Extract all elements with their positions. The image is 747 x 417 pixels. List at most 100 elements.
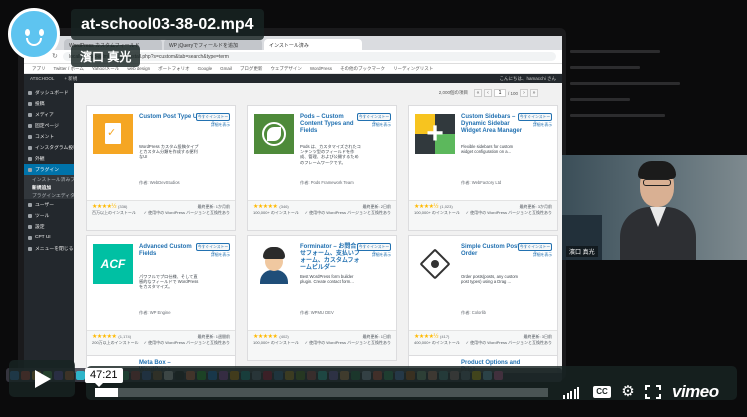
video-byline[interactable]: 濱口 真光 bbox=[80, 48, 131, 65]
total-pages: / 100 bbox=[507, 90, 518, 96]
wp-menu-label: ツール bbox=[35, 214, 50, 219]
plugin-card: ACF Advanced Custom Fields 今すぐインストール 詳細を表示パ… bbox=[86, 235, 236, 361]
plugin-card: ✓ Custom Post Type UI 今すぐインストール 詳細を表示 WordPr… bbox=[86, 105, 236, 231]
bookmark: その他のブックマーク bbox=[340, 65, 386, 71]
compatibility-note: ✓ 使用中の WordPress バージョンと互換性あり bbox=[304, 210, 391, 215]
video-title[interactable]: at-school03-38-02.mp4 bbox=[81, 16, 254, 34]
plugin-card-description: Best WordPress form builder plugin. Crea… bbox=[300, 274, 354, 285]
result-count: 2,000個の項目 bbox=[438, 90, 468, 95]
install-now-button: 今すぐインストール bbox=[518, 243, 552, 255]
dock-app-icon bbox=[76, 370, 85, 380]
bookmark: Gmail bbox=[220, 66, 232, 71]
bookmark: WordPress bbox=[309, 66, 333, 71]
leaf-icon bbox=[254, 114, 294, 154]
compatibility-note: ✓ 使用中の WordPress バージョンと互換性あり bbox=[304, 340, 391, 345]
last-page-button: » bbox=[530, 89, 538, 97]
wp-new-link: + 新規 bbox=[64, 75, 78, 81]
bookmark: ポートフォリオ bbox=[158, 65, 190, 71]
plus-icon: + bbox=[415, 114, 455, 154]
wp-sidebar-menu: ダッシュボード 投稿 メディア 固定ページ コメント インスタグラム投稿 外観 プラグイン イン… bbox=[24, 83, 94, 373]
plugin-card-description: Flexible sidebars for custom widget conf… bbox=[461, 144, 514, 155]
wp-menu-label: コメント bbox=[35, 135, 55, 140]
plugin-card-author: 作者: Colorlib bbox=[461, 310, 486, 315]
active-installs: 200万以上のインストール bbox=[92, 340, 139, 345]
plugin-card: + Custom Sidebars – Dynamic Sidebar Widge… bbox=[408, 105, 558, 231]
wp-menu-icon bbox=[28, 167, 32, 172]
wp-menu-item: インスタグラム投稿 bbox=[24, 142, 78, 153]
wp-menu-label: ダッシュボード bbox=[35, 91, 69, 96]
wp-menu-label: 設定 bbox=[35, 225, 45, 230]
plugin-card-description: Pods は、カスタマイズされたコンテンツ型のフィールドを作成、管理、および公開… bbox=[300, 144, 361, 165]
install-now-button: 今すぐインストール bbox=[196, 113, 230, 125]
plugin-card-title: Custom Post Type UI bbox=[139, 114, 199, 120]
install-now-button: 今すぐインストール bbox=[518, 113, 552, 125]
bookmark: アプリ bbox=[32, 65, 46, 71]
plugin-card-description: パワフルでプロ仕様、そして直感的なフィールドで WordPress をカスタマイ… bbox=[139, 274, 199, 290]
rating-count: (346) bbox=[279, 204, 289, 209]
wp-menu-item: ユーザー bbox=[24, 199, 74, 210]
bookmark: Google bbox=[197, 66, 213, 71]
video-byline-box[interactable]: 濱口 真光 bbox=[71, 45, 141, 67]
wp-menu-item: メディア bbox=[24, 109, 74, 120]
video-title-box[interactable]: at-school03-38-02.mp4 bbox=[71, 9, 264, 40]
install-now-button: 今すぐインストール bbox=[357, 243, 391, 255]
compatibility-note: ✓ 使用中の WordPress バージョンと互換性あり bbox=[143, 210, 230, 215]
play-button[interactable] bbox=[9, 360, 75, 397]
plugin-card-author: 作者: WPMU DEV bbox=[300, 310, 334, 315]
wp-menu-icon bbox=[28, 90, 32, 95]
wp-menu-item: CPT UI bbox=[24, 232, 74, 243]
wp-menu-item: 外観 bbox=[24, 153, 74, 164]
wp-menu-icon bbox=[28, 235, 32, 240]
wp-menu-icon bbox=[28, 123, 32, 128]
wp-menu-item: プラグイン bbox=[24, 164, 74, 175]
more-details-link: 詳細を表示 bbox=[372, 253, 391, 257]
plugin-card-author: 作者: WebFactory Ltd bbox=[461, 180, 502, 185]
doc-check-icon: ✓ bbox=[93, 114, 133, 154]
wp-menu-label: 新規追加 bbox=[32, 185, 52, 191]
channel-avatar[interactable] bbox=[8, 8, 60, 60]
fullscreen-icon[interactable] bbox=[645, 385, 661, 399]
current-page-field: 1 bbox=[493, 89, 506, 97]
plugin-card-author: 作者: WP Engine bbox=[139, 310, 171, 315]
avatar-eye-icon bbox=[39, 29, 44, 36]
plugin-card-description: WordPress カスタム投稿タイプとカスタム分類を作成する便利なUI bbox=[139, 144, 199, 160]
plugin-card-title: Advanced Custom Fields bbox=[139, 244, 192, 257]
rating-count: (1,023) bbox=[440, 204, 453, 209]
plugin-card-author: 作者: Pods Framework Team bbox=[300, 180, 354, 185]
active-installs: 100,000+ のインストール bbox=[253, 210, 299, 215]
progress-bar[interactable]: 47:21 bbox=[85, 368, 548, 397]
more-details-link: 詳細を表示 bbox=[211, 253, 230, 257]
wp-menu-icon bbox=[28, 224, 32, 229]
active-installs: 百万以上のインストール bbox=[92, 210, 136, 215]
rating-count: (336) bbox=[118, 204, 128, 209]
install-now-button: 今すぐインストール bbox=[196, 243, 230, 255]
plugin-card-title: Pods – Custom Content Types and Fields bbox=[300, 114, 354, 134]
plugin-card: Forminator – お問合せフォーム、支払いフォーム、カスタムフォームビル… bbox=[247, 235, 397, 361]
plugin-card-meta: ★★★★½ (336) 最終更新: 1か月前 百万以上のインストール ✓ 使用中の Wo… bbox=[87, 200, 235, 230]
wp-menu-icon bbox=[28, 246, 32, 251]
settings-gear-icon[interactable]: ⚙ bbox=[620, 384, 636, 399]
closed-captions-icon[interactable]: CC bbox=[593, 386, 611, 398]
plugin-card-meta: ★★★★★ (402) 最終更新: 1日前 100,000+ のインストール ✓ 使用中… bbox=[248, 330, 396, 360]
volume-icon[interactable] bbox=[563, 385, 579, 399]
more-details-link: 詳細を表示 bbox=[372, 123, 391, 127]
prev-page-button: ‹ bbox=[483, 89, 492, 97]
avatar-eye-icon bbox=[25, 29, 30, 36]
wp-menu-label: プラグイン bbox=[35, 168, 59, 173]
screen-recording: WordPress カスタムフィールド WP jQueryでフィールドを追加 イ… bbox=[24, 36, 562, 373]
vimeo-logo[interactable]: vimeo bbox=[672, 382, 719, 402]
install-now-button: 今すぐインストール bbox=[357, 113, 391, 125]
wp-admin-bar: ATSCHOOL + 新規 こんにちは、hamacchi さん bbox=[24, 74, 562, 83]
wp-menu-item: ツール bbox=[24, 210, 74, 221]
wp-menu-label: メニューを閉じる bbox=[35, 247, 74, 252]
bookmark: ブログ更新 bbox=[239, 65, 263, 71]
avatar-smile-icon bbox=[26, 38, 42, 46]
wp-site-name: ATSCHOOL bbox=[30, 76, 55, 81]
glasses-icon bbox=[643, 179, 671, 186]
wp-menu-label: ユーザー bbox=[35, 203, 55, 208]
current-time-tooltip: 47:21 bbox=[85, 368, 123, 387]
wp-menu-label: 外観 bbox=[35, 157, 45, 162]
compatibility-note: ✓ 使用中の WordPress バージョンと互換性あり bbox=[465, 210, 552, 215]
rating-count: (1,174) bbox=[118, 334, 132, 339]
wp-menu-icon bbox=[28, 101, 32, 106]
